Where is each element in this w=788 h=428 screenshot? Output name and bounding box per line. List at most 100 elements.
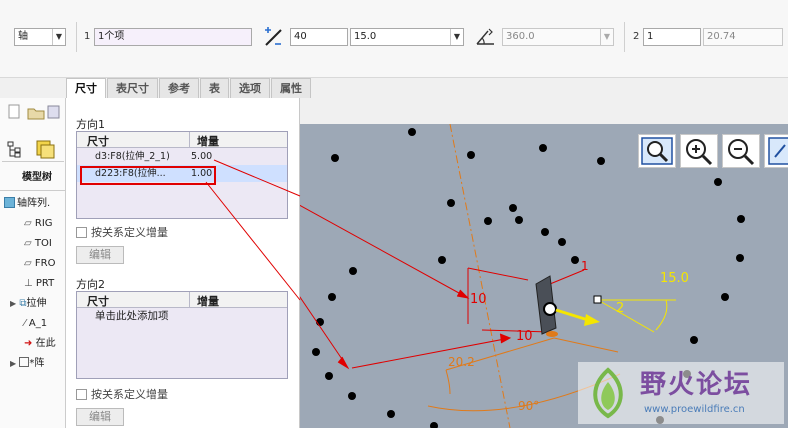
add-item-row[interactable]: 单击此处添加项	[77, 308, 287, 325]
dimension-label-2[interactable]: 2	[616, 301, 624, 316]
csys-icon: ⊥	[24, 278, 33, 289]
pattern-point	[447, 199, 455, 207]
model-tree-label: 模型树	[22, 172, 52, 183]
pattern-point	[690, 336, 698, 344]
watermark-title: 野火论坛	[640, 370, 753, 400]
file-toolbar	[8, 104, 60, 120]
navigator-tabs	[2, 136, 64, 162]
dir1-spacing-input[interactable]: 40	[290, 28, 348, 46]
pattern-point	[325, 372, 333, 380]
tree-item-insert-here[interactable]: ➜ 在此	[24, 334, 56, 354]
expand-arrow-icon[interactable]: ▶	[10, 299, 16, 308]
zoom-in-button[interactable]	[680, 134, 718, 168]
angle-select[interactable]: 15.0 ▼	[350, 28, 464, 46]
chevron-down-icon[interactable]: ▼	[600, 29, 613, 45]
pattern-point	[467, 151, 475, 159]
toolbar-divider	[624, 22, 625, 52]
expand-arrow-icon[interactable]: ▶	[10, 359, 16, 368]
pattern-type-value: 轴	[18, 31, 28, 42]
tree-item-csys[interactable]: ⊥ PRT	[24, 274, 54, 294]
pattern-point	[484, 217, 492, 225]
drag-handle[interactable]	[593, 295, 602, 304]
pattern-point	[430, 422, 438, 428]
add-item-placeholder: 单击此处添加项	[95, 310, 169, 322]
repaint-icon	[768, 137, 788, 165]
zoom-out-icon	[728, 139, 755, 166]
pattern-point	[331, 154, 339, 162]
angle-extent-select[interactable]: 360.0 ▼	[502, 28, 614, 46]
repaint-button[interactable]	[764, 134, 788, 168]
dimension-label-15[interactable]: 15.0	[660, 271, 689, 286]
column-divider	[189, 132, 190, 148]
chevron-down-icon[interactable]: ▼	[450, 29, 463, 45]
table-header: 尺寸 增量	[77, 132, 287, 148]
open-folder-icon[interactable]	[27, 108, 45, 120]
dir2-count-input[interactable]: 1	[643, 28, 701, 46]
tab-table[interactable]: 表	[200, 78, 229, 98]
increment-cell[interactable]: 5.00	[191, 148, 212, 165]
insert-arrow-icon: ➜	[24, 338, 33, 349]
tree-item-front-plane[interactable]: ▱ FRO	[24, 254, 55, 274]
tree-item-axis[interactable]: ⁄ A_1	[24, 314, 47, 334]
axis-icon: ⁄	[24, 318, 26, 329]
model-tree-panel: 模型树 轴阵列. ▱ RIG ▱ TOI ▱ FRO ⊥ PRT ▶ ⧉拉伸 ⁄…	[0, 98, 66, 428]
direction2-edit-button[interactable]: 编辑	[76, 408, 124, 426]
table-row[interactable]: d3:F8(拉伸_2_1) 5.00	[77, 148, 287, 165]
tree-item-part[interactable]: 轴阵列.	[4, 194, 50, 214]
pattern-point	[736, 254, 744, 262]
pattern-type-select[interactable]: 轴 ▼	[14, 28, 66, 46]
pattern-point	[387, 410, 395, 418]
pattern-point	[541, 228, 549, 236]
checkbox-box[interactable]	[76, 389, 87, 400]
angle-extent-icon[interactable]	[474, 26, 496, 48]
column-divider	[189, 292, 190, 308]
layers-icon[interactable]	[34, 138, 58, 160]
dimension-label-10-vertical[interactable]: 10	[470, 292, 487, 307]
tab-table-dimensions[interactable]: 表尺寸	[107, 78, 158, 98]
axis-centerline	[449, 124, 511, 428]
dir2-spacing-input[interactable]: 20.74	[703, 28, 783, 46]
model-tree-icon[interactable]	[6, 140, 24, 158]
checkbox-label: 按关系定义增量	[91, 226, 168, 239]
highlighted-feature[interactable]	[535, 275, 558, 337]
watermark: 野火论坛 www.proewildfire.cn	[578, 362, 784, 424]
tree-item-label: TOI	[34, 238, 52, 249]
tree-item-label: 在此	[35, 338, 56, 349]
percent-slash-icon[interactable]	[262, 26, 284, 48]
tree-divider	[0, 190, 66, 191]
direction2-relation-checkbox[interactable]: 按关系定义增量	[76, 388, 168, 402]
checkbox-box[interactable]	[76, 227, 87, 238]
tree-item-label: FRO	[34, 258, 56, 269]
pattern-point	[571, 256, 579, 264]
tab-options[interactable]: 选项	[230, 78, 270, 98]
chevron-down-icon[interactable]: ▼	[52, 29, 65, 45]
tree-item-pattern[interactable]: ▶ *阵	[10, 354, 44, 374]
tab-references[interactable]: 参考	[159, 78, 199, 98]
zoom-fit-icon	[641, 137, 673, 165]
dir1-index: 1	[84, 31, 91, 42]
direction1-edit-button[interactable]: 编辑	[76, 246, 124, 264]
pattern-point	[721, 293, 729, 301]
angle-extent-value: 360.0	[506, 31, 535, 42]
table-header: 尺寸 增量	[77, 292, 287, 308]
tab-dimensions[interactable]: 尺寸	[66, 78, 106, 98]
annotation-arrows	[300, 204, 512, 370]
dimension-label-20[interactable]: 20.2	[448, 355, 475, 369]
tab-properties[interactable]: 属性	[271, 78, 311, 98]
dir1-items-collector[interactable]: 1个项	[94, 28, 252, 46]
dimension-label-10-horizontal[interactable]: 10	[516, 329, 533, 344]
dir1-spacing-value: 40	[294, 31, 307, 42]
pattern-point	[408, 128, 416, 136]
pattern-point	[714, 178, 722, 186]
dimension-label-1[interactable]: 1	[581, 259, 589, 273]
direction1-relation-checkbox[interactable]: 按关系定义增量	[76, 226, 168, 240]
tree-item-top-plane[interactable]: ▱ TOI	[24, 234, 52, 254]
new-file-icon[interactable]	[8, 104, 20, 119]
dimension-label-90deg[interactable]: 90°	[518, 399, 539, 413]
tree-item-right-plane[interactable]: ▱ RIG	[24, 214, 53, 234]
save-icon[interactable]	[47, 105, 60, 119]
zoom-fit-button[interactable]	[638, 134, 676, 168]
zoom-out-button[interactable]	[722, 134, 760, 168]
tree-item-extrude[interactable]: ▶ ⧉拉伸	[10, 294, 46, 314]
pattern-point	[597, 157, 605, 165]
